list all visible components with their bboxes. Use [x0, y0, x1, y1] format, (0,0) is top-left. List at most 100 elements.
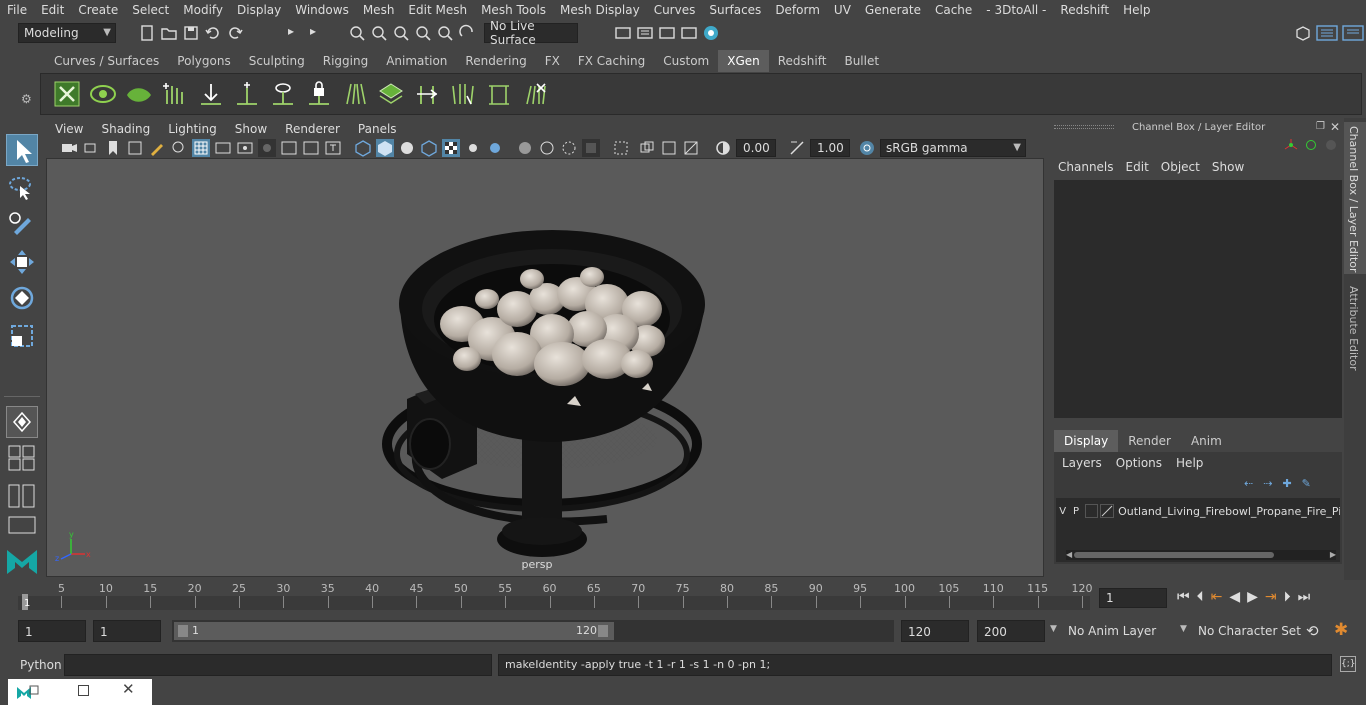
select-object-icon[interactable]: ▸	[310, 24, 328, 42]
viewport-menu-show[interactable]: Show	[226, 122, 276, 136]
step-back-icon[interactable]: ⏴	[1197, 589, 1204, 605]
viewport-menu-shading[interactable]: Shading	[92, 122, 159, 136]
command-input[interactable]	[64, 654, 492, 676]
wireframe-on-shaded-icon[interactable]	[420, 139, 438, 157]
xgen-plane-icon[interactable]	[377, 80, 405, 108]
wireframe-icon[interactable]	[354, 139, 372, 157]
field-chart-icon[interactable]	[280, 139, 298, 157]
snap-curve-icon[interactable]	[370, 24, 388, 42]
gamma-field[interactable]: 1.00	[810, 139, 850, 157]
range-slider-handle[interactable]	[174, 622, 614, 640]
script-editor-icon[interactable]: {;}	[1340, 656, 1356, 672]
gamma-icon[interactable]	[788, 139, 806, 157]
layer-color-swatch[interactable]	[1100, 504, 1115, 518]
gear-icon[interactable]: ⚙	[21, 92, 32, 106]
minimized-window[interactable]: ✕	[8, 679, 152, 705]
tab-sculpting[interactable]: Sculpting	[240, 50, 314, 72]
xgen-cut-guide-icon[interactable]	[413, 80, 441, 108]
lasso-tool-icon[interactable]	[6, 172, 38, 204]
xgen-add-guide-icon[interactable]	[161, 80, 189, 108]
menu-redshift[interactable]: Redshift	[1053, 3, 1116, 17]
snap-view-icon[interactable]	[414, 24, 432, 42]
multisample-aa-icon[interactable]	[560, 139, 578, 157]
2d-pan-zoom-icon[interactable]	[170, 139, 188, 157]
channel-speed-icon[interactable]	[1326, 140, 1336, 150]
film-gate-icon[interactable]	[214, 139, 232, 157]
scale-tool-icon[interactable]	[6, 320, 38, 352]
menu-surfaces[interactable]: Surfaces	[702, 3, 768, 17]
channel-menu-show[interactable]: Show	[1212, 160, 1256, 174]
textured-icon[interactable]	[442, 139, 460, 157]
snap-vertex-icon[interactable]	[458, 24, 476, 42]
tab-fx-caching[interactable]: FX Caching	[569, 50, 654, 72]
move-layer-down-icon[interactable]: ⇢	[1263, 477, 1272, 490]
manipulator-icon[interactable]	[1284, 138, 1298, 152]
animation-prefs-icon[interactable]: ✱	[1334, 620, 1348, 640]
anim-layer-dropdown[interactable]: No Anim Layer	[1068, 624, 1156, 638]
close-icon[interactable]: ✕	[1330, 120, 1340, 134]
close-icon[interactable]: ✕	[122, 680, 135, 698]
step-forward-icon[interactable]: ⏵	[1284, 589, 1291, 605]
mode-selector[interactable]: Modeling ▼	[18, 23, 116, 43]
menu-modify[interactable]: Modify	[176, 3, 230, 17]
undo-icon[interactable]	[204, 24, 222, 42]
layer-tab-anim[interactable]: Anim	[1181, 430, 1232, 452]
range-start-grip[interactable]	[178, 625, 188, 637]
tab-attribute-editor[interactable]: Attribute Editor	[1347, 286, 1360, 371]
tab-polygons[interactable]: Polygons	[168, 50, 239, 72]
workspace-modeling-icon[interactable]	[1294, 24, 1312, 42]
time-slider-track[interactable]	[18, 596, 1090, 610]
snap-point-icon[interactable]	[392, 24, 410, 42]
layer-menu-help[interactable]: Help	[1176, 456, 1217, 470]
xgen-editor-icon[interactable]	[53, 80, 81, 108]
render-frame-icon[interactable]	[636, 24, 654, 42]
menu-select[interactable]: Select	[125, 3, 176, 17]
layer-menu-options[interactable]: Options	[1116, 456, 1176, 470]
viewport-menu-lighting[interactable]: Lighting	[159, 122, 226, 136]
viewport-menu-view[interactable]: View	[46, 122, 92, 136]
layer-visibility-toggle[interactable]: V	[1056, 506, 1069, 517]
hypershade-icon[interactable]	[702, 24, 720, 42]
xgen-sculpt-guide-icon[interactable]	[269, 80, 297, 108]
tab-bullet[interactable]: Bullet	[835, 50, 888, 72]
exposure-field[interactable]: 0.00	[736, 139, 776, 157]
menu-generate[interactable]: Generate	[858, 3, 928, 17]
script-language-label[interactable]: Python	[20, 658, 62, 672]
menu-3dtoall[interactable]: - 3DtoAll -	[979, 3, 1053, 17]
resolution-gate-icon[interactable]	[236, 139, 254, 157]
camera-select-icon[interactable]	[60, 139, 78, 157]
menu-mesh-display[interactable]: Mesh Display	[553, 3, 647, 17]
live-surface-field[interactable]: No Live Surface	[484, 19, 578, 47]
play-forward-icon[interactable]: ▶	[1247, 589, 1258, 605]
menu-windows[interactable]: Windows	[288, 3, 356, 17]
layout-single-icon[interactable]	[8, 516, 36, 534]
isolate-select-icon[interactable]	[612, 139, 630, 157]
tab-xgen[interactable]: XGen	[718, 50, 769, 72]
channel-menu-channels[interactable]: Channels	[1058, 160, 1126, 174]
current-frame-field[interactable]: 1	[1099, 588, 1167, 608]
render-view-icon[interactable]	[614, 24, 632, 42]
tab-rendering[interactable]: Rendering	[456, 50, 535, 72]
safe-title-icon[interactable]	[324, 139, 342, 157]
render-settings-icon[interactable]	[680, 24, 698, 42]
tab-animation[interactable]: Animation	[377, 50, 456, 72]
image-plane-icon[interactable]	[126, 139, 144, 157]
chevron-down-icon[interactable]: ▼	[1050, 624, 1057, 634]
tab-custom[interactable]: Custom	[654, 50, 718, 72]
restore-icon[interactable]	[78, 685, 89, 696]
panel-grip[interactable]	[1054, 125, 1114, 129]
scroll-right-icon[interactable]: ▶	[1330, 550, 1336, 559]
default-material-icon[interactable]	[398, 139, 416, 157]
xray-active-icon[interactable]	[660, 139, 678, 157]
layer-tab-display[interactable]: Display	[1054, 430, 1119, 452]
snap-together-icon[interactable]	[6, 406, 38, 438]
rotate-tool-icon[interactable]	[6, 282, 38, 314]
layer-menu-layers[interactable]: Layers	[1062, 456, 1116, 470]
tab-rigging[interactable]: Rigging	[314, 50, 377, 72]
viewport-menu-renderer[interactable]: Renderer	[276, 122, 349, 136]
character-set-dropdown[interactable]: No Character Set	[1198, 624, 1301, 638]
smooth-shade-icon[interactable]	[376, 139, 394, 157]
layer-row[interactable]: V P Outland_Living_Firebowl_Propane_Fire…	[1056, 502, 1340, 520]
xgen-guides-icon[interactable]	[341, 80, 369, 108]
new-layer-icon[interactable]: ✚	[1282, 477, 1291, 490]
